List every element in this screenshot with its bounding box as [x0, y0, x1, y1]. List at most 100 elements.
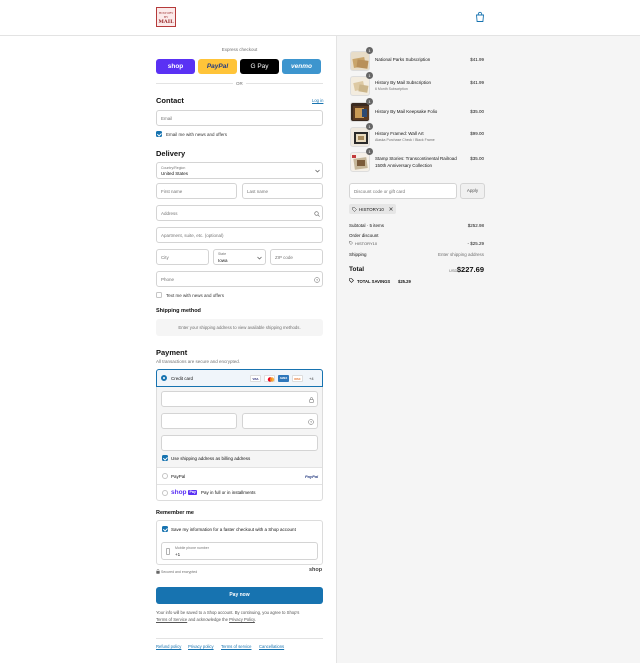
footer-link-privacy[interactable]: Privacy policy — [188, 644, 214, 649]
order-discount-label: Order discount — [349, 233, 379, 238]
state-select[interactable]: State Iowa — [213, 249, 266, 265]
disclaimer-line1: Your info will be saved to a Shop accoun… — [156, 610, 300, 615]
apartment-field[interactable]: Apartment, suite, etc. (optional) — [156, 227, 323, 243]
help-icon[interactable]: ? — [308, 418, 314, 425]
subtotal-label: Subtotal · 5 items — [349, 223, 385, 228]
terms-of-service-link[interactable]: Terms of Service — [156, 617, 187, 622]
last-name-field[interactable]: Last name — [242, 183, 323, 199]
divider — [157, 467, 322, 468]
footer-link-refund[interactable]: Refund policy — [156, 644, 181, 649]
last-name-placeholder: Last name — [247, 189, 269, 194]
address-field[interactable]: Address — [156, 205, 323, 221]
phone-field[interactable]: Phone ? — [156, 271, 323, 287]
product-price: $41.99 — [470, 57, 484, 62]
tag-icon — [349, 241, 353, 245]
divider — [157, 484, 322, 485]
email-news-checkbox[interactable] — [156, 131, 162, 137]
tag-icon — [349, 278, 354, 283]
amex-icon: AMEX — [278, 375, 289, 382]
city-field[interactable]: City — [156, 249, 209, 265]
expiration-date-field[interactable] — [161, 413, 237, 429]
product-image — [350, 51, 370, 71]
footer-link-cancellations[interactable]: Cancellations — [259, 644, 284, 649]
product-name: Stamp Stories: Transcontinental Railroad — [375, 156, 457, 161]
paypal-button[interactable]: PayPal — [198, 59, 237, 74]
zip-field[interactable]: ZIP code — [270, 249, 323, 265]
footer-link-terms[interactable]: Terms of service — [221, 644, 251, 649]
store-logo[interactable]: HISTORY BY MAIL — [156, 7, 176, 27]
product-name-line2: 150th Anniversary Collection — [375, 162, 433, 168]
discount-code-field[interactable]: Discount code or gift card — [349, 183, 457, 199]
first-name-field[interactable]: First name — [156, 183, 237, 199]
disclaimer-line2: Terms of Service and acknowledge the Pri… — [156, 617, 256, 622]
product-image — [350, 152, 370, 172]
product-price: $99.00 — [470, 131, 484, 136]
name-on-card-field[interactable] — [161, 435, 318, 451]
shop-pay-option-label[interactable]: Pay in full or in installments — [201, 490, 256, 495]
product-price: $35.00 — [470, 109, 484, 114]
discount-tag: HISTORY10 — [349, 204, 396, 214]
shop-pay-badge: Pay — [188, 489, 198, 495]
credit-card-label: Credit card — [171, 375, 194, 381]
mobile-phone-value: +1 — [175, 551, 181, 557]
phone-placeholder: Phone — [161, 277, 175, 282]
country-select[interactable]: Country/Region United States — [156, 162, 323, 179]
shop-pay-button[interactable]: shop — [156, 59, 195, 74]
total-savings-value: $25.29 — [398, 278, 411, 284]
privacy-policy-link[interactable]: Privacy Policy — [229, 617, 255, 622]
address-placeholder: Address — [161, 211, 178, 216]
lock-icon — [156, 569, 160, 574]
product-variant: Alaska Purchase Check / Black Frame — [375, 137, 435, 142]
country-label: Country/Region — [161, 165, 186, 170]
logo-text-main: MAIL — [158, 19, 174, 25]
pay-now-button[interactable]: Pay now — [156, 587, 323, 604]
google-pay-button[interactable]: G Pay — [240, 59, 279, 74]
shop-pay-radio[interactable] — [162, 490, 168, 496]
shopping-bag-icon[interactable] — [474, 11, 486, 23]
mobile-phone-field[interactable]: Mobile phone number +1 — [161, 542, 318, 560]
order-discount-code: HISTORY10 — [355, 241, 378, 246]
billing-same-checkbox[interactable] — [162, 455, 168, 461]
credit-card-radio[interactable] — [161, 375, 167, 381]
save-info-checkbox[interactable] — [162, 526, 168, 532]
card-number-field[interactable] — [161, 391, 318, 407]
product-image — [350, 76, 370, 96]
product-name: History Framed: Wall Art — [375, 131, 424, 136]
city-placeholder: City — [161, 255, 169, 260]
email-placeholder: Email — [161, 116, 173, 121]
chevron-down-icon — [315, 169, 320, 173]
email-field[interactable]: Email — [156, 110, 323, 126]
save-info-label: Save my information for a faster checkou… — [171, 526, 296, 532]
quantity-badge: 1 — [366, 72, 373, 79]
search-icon — [314, 211, 320, 217]
credit-card-option[interactable]: Credit card VISA AMEX DISC +4 — [156, 369, 323, 387]
paypal-radio[interactable] — [162, 473, 168, 479]
discover-icon: DISC — [292, 375, 303, 382]
disclaimer-end: . — [254, 616, 257, 622]
product-price: $35.00 — [470, 156, 484, 161]
divider — [156, 638, 323, 639]
express-checkout-title: Express checkout — [221, 47, 258, 52]
quantity-badge: 1 — [366, 123, 373, 130]
shipping-method-placeholder: Enter your shipping address to view avai… — [178, 325, 301, 330]
mobile-phone-label: Mobile phone number — [175, 546, 209, 550]
shipping-value: Enter shipping address — [437, 252, 484, 257]
security-code-field[interactable]: ? — [242, 413, 318, 429]
paypal-option-label[interactable]: PayPal — [171, 474, 185, 479]
apartment-placeholder: Apartment, suite, etc. (optional) — [161, 233, 224, 238]
close-icon[interactable] — [389, 207, 393, 211]
site-header: HISTORY BY MAIL — [0, 0, 640, 36]
product-price: $41.99 — [470, 80, 484, 85]
text-news-checkbox[interactable] — [156, 292, 162, 298]
mobile-phone-icon — [166, 548, 170, 555]
login-link[interactable]: Log in — [312, 98, 323, 103]
quantity-badge: 1 — [366, 47, 373, 54]
help-icon[interactable]: ? — [314, 276, 320, 283]
payment-subtitle: All transactions are secure and encrypte… — [156, 358, 241, 364]
venmo-button[interactable]: venmo — [282, 59, 321, 74]
shipping-method-placeholder-box: Enter your shipping address to view avai… — [156, 319, 323, 336]
apply-discount-button[interactable]: Apply — [460, 183, 485, 199]
chevron-down-icon — [257, 256, 262, 260]
product-image — [350, 102, 370, 122]
shipping-label: Shipping — [349, 252, 367, 257]
